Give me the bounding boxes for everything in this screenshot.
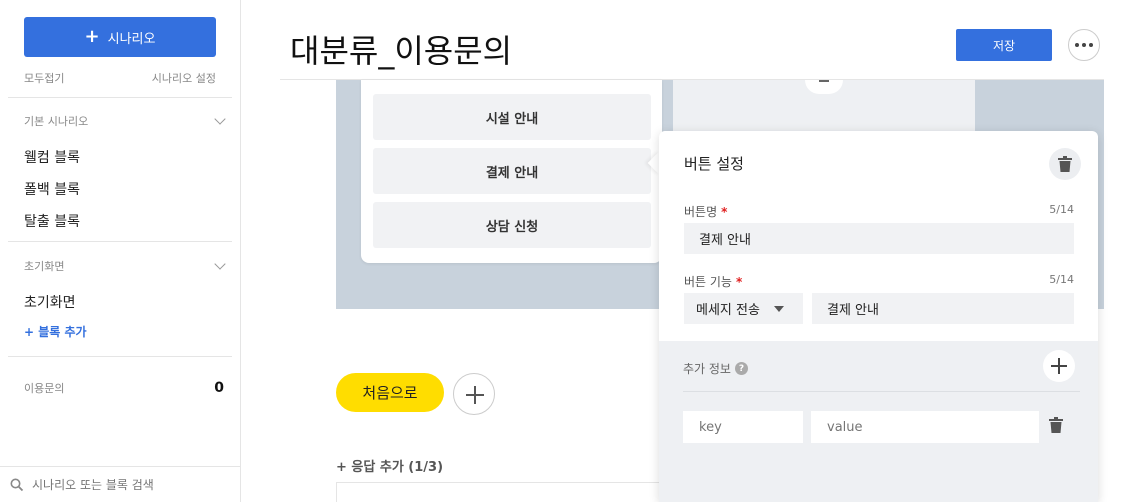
reply-button-facility[interactable]: 시설 안내: [373, 94, 651, 140]
home-quick-reply-button[interactable]: 처음으로: [336, 373, 444, 412]
extra-info-label: 추가 정보 ?: [683, 360, 748, 377]
section-title: 기본 시나리오: [24, 115, 89, 128]
new-scenario-button[interactable]: + 시나리오: [24, 17, 216, 57]
more-icon: [1089, 43, 1093, 47]
chevron-down-icon[interactable]: [214, 113, 226, 125]
add-block-link[interactable]: + 블록 추가: [24, 323, 87, 340]
value-input[interactable]: [811, 411, 1039, 443]
reply-toolbar: [336, 482, 660, 502]
button-settings-popover: 버튼 설정 버튼명* 5/14 버튼 기능* 5/14 메세지 전송 추가 정보…: [659, 131, 1098, 502]
sidebar-item-home[interactable]: 초기화면: [24, 292, 76, 312]
sidebar-links: 모두접기 시나리오 설정: [24, 70, 216, 86]
sidebar: + 시나리오 모두접기 시나리오 설정 기본 시나리오 웰컴 블록 폴백 블록 …: [0, 0, 241, 502]
plus-icon: [819, 80, 829, 82]
required-mark: *: [721, 205, 728, 219]
button-function-label: 버튼 기능 *: [684, 273, 742, 290]
trash-icon[interactable]: [1049, 417, 1063, 433]
scenario-settings-link[interactable]: 시나리오 설정: [152, 70, 216, 86]
more-icon: [1082, 43, 1086, 47]
button-function-select[interactable]: 메세지 전송: [684, 293, 803, 324]
scenario-name: 이용문의: [24, 382, 65, 395]
button-function-count: 5/14: [1049, 273, 1074, 286]
divider: [8, 97, 232, 98]
sidebar-item-welcome[interactable]: 웰컴 블록: [24, 147, 80, 167]
sidebar-item-fallback[interactable]: 폴백 블록: [24, 179, 80, 199]
scenario-count-row[interactable]: 이용문의 0: [24, 380, 224, 396]
reply-button-payment[interactable]: 결제 안내: [373, 148, 651, 194]
search-input[interactable]: [32, 477, 222, 492]
caret-down-icon: [773, 305, 784, 312]
button-function-label-text: 버튼 기능: [684, 275, 732, 289]
plus-icon: +: [84, 26, 100, 47]
more-icon: [1075, 43, 1079, 47]
help-icon[interactable]: ?: [734, 362, 748, 375]
new-scenario-label: 시나리오: [107, 31, 156, 47]
sidebar-item-escape[interactable]: 탈출 블록: [24, 211, 80, 231]
section-title: 초기화면: [24, 260, 65, 273]
more-button[interactable]: [1068, 29, 1100, 61]
search-icon: [10, 478, 24, 491]
select-value: 메세지 전송: [696, 303, 760, 318]
button-name-label: 버튼명 *: [684, 203, 727, 220]
button-name-label-text: 버튼명: [684, 205, 718, 219]
sidebar-search: [0, 466, 240, 502]
popover-title: 버튼 설정: [684, 155, 744, 173]
add-reply-link[interactable]: + 응답 추가 (1/3): [336, 456, 443, 475]
scenario-count: 0: [214, 380, 224, 396]
section-basic-scenario[interactable]: 기본 시나리오: [24, 113, 226, 129]
page-title: 대분류_이용문의: [290, 32, 513, 70]
collapse-all-link[interactable]: 모두접기: [24, 70, 64, 86]
add-extra-info-button[interactable]: [1043, 350, 1075, 382]
trash-icon: [1058, 156, 1072, 172]
key-input[interactable]: [683, 411, 803, 443]
add-quick-reply-button[interactable]: [453, 373, 495, 415]
divider: [8, 356, 232, 357]
divider: [8, 241, 232, 242]
save-button[interactable]: 저장: [956, 29, 1052, 61]
required-mark: *: [735, 275, 743, 289]
chevron-down-icon[interactable]: [214, 258, 226, 270]
extra-info-label-text: 추가 정보: [683, 362, 731, 376]
section-home[interactable]: 초기화면: [24, 258, 226, 274]
divider: [683, 391, 1080, 392]
button-name-count: 5/14: [1049, 203, 1074, 216]
button-name-input[interactable]: [684, 223, 1074, 254]
reply-button-consult[interactable]: 상담 신청: [373, 202, 651, 248]
extra-info-section: 추가 정보 ?: [659, 341, 1098, 502]
delete-button[interactable]: [1049, 148, 1081, 180]
message-input[interactable]: [812, 293, 1074, 324]
